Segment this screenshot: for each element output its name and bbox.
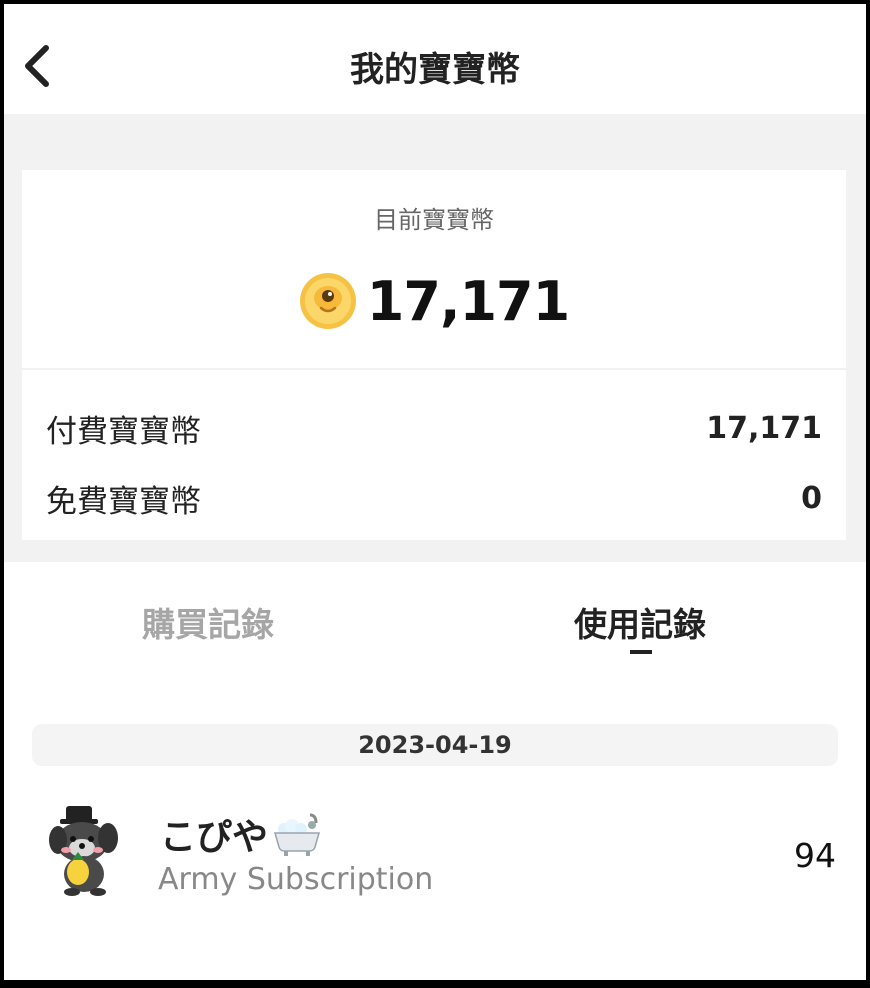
balance-value: 17,171 <box>366 269 570 333</box>
free-coins-label: 免費寶寶幣 <box>46 483 201 520</box>
record-tabs: 購買記錄 使用記錄 <box>4 562 866 672</box>
entry-amount: 94 <box>794 836 836 875</box>
date-header: 2023-04-19 <box>32 724 838 766</box>
free-coins-row: 免費寶寶幣 0 <box>46 476 822 520</box>
paid-coins-value: 17,171 <box>706 410 822 446</box>
coin-icon <box>299 273 356 329</box>
current-balance-label: 目前寶寶幣 <box>374 206 494 234</box>
bathtub-icon <box>274 813 321 856</box>
app-screen: 我的寶寶幣 目前寶寶幣 17,171 付費寶寶幣 17,171 免費寶寶幣 0 … <box>4 4 866 980</box>
tab-usage-history[interactable]: 使用記錄 <box>490 598 790 646</box>
avatar <box>49 806 118 896</box>
tab-purchase-history[interactable]: 購買記錄 <box>58 598 358 646</box>
free-coins-value: 0 <box>801 480 822 516</box>
active-tab-indicator <box>630 650 652 654</box>
list-item[interactable]: こぴや Army Subscription 94 <box>4 794 866 914</box>
paid-coins-row: 付費寶寶幣 17,171 <box>46 406 822 450</box>
entry-name: こぴや <box>160 817 269 858</box>
paid-coins-label: 付費寶寶幣 <box>46 413 201 450</box>
entry-subtitle: Army Subscription <box>158 862 434 897</box>
page-title: 我的寶寶幣 <box>350 50 520 90</box>
top-bar: 我的寶寶幣 <box>4 4 866 114</box>
entry-title: こぴや <box>160 808 322 860</box>
balance-card: 目前寶寶幣 17,171 付費寶寶幣 17,171 免費寶寶幣 0 <box>22 170 846 540</box>
card-divider <box>22 368 846 370</box>
balance-display: 17,171 <box>22 266 846 336</box>
